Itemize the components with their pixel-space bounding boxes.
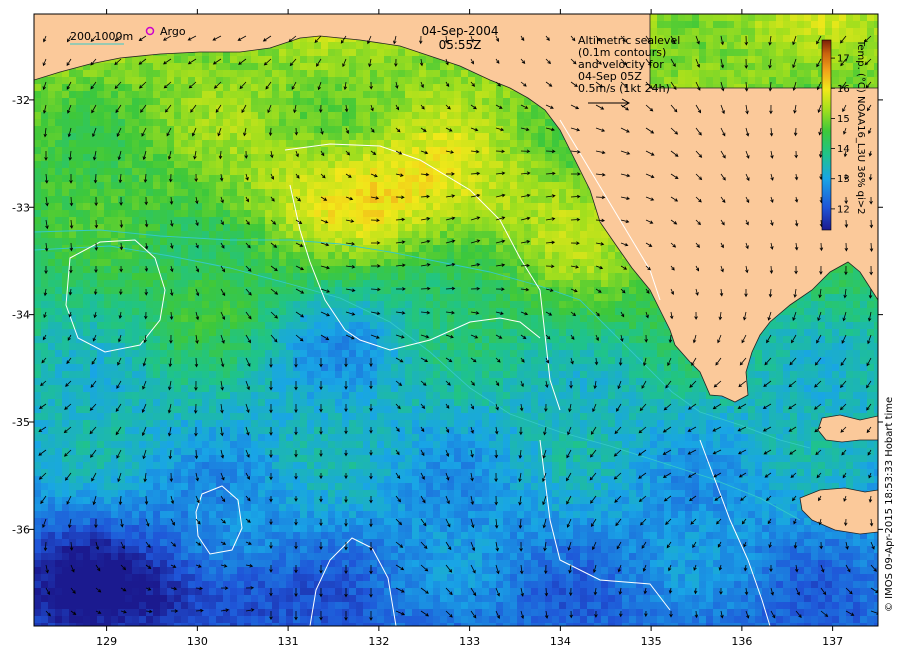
colorbar-tick-label: 14 xyxy=(837,144,850,155)
x-tick-label: 136 xyxy=(731,635,752,648)
x-tick-label: 129 xyxy=(96,635,117,648)
map-date: 04-Sep-2004 xyxy=(421,24,498,38)
colorbar-tick-label: 15 xyxy=(837,114,850,125)
colorbar-gradient xyxy=(821,39,832,231)
y-tick-label: -34 xyxy=(12,309,30,322)
colorbar-tick-label: 12 xyxy=(837,204,850,215)
y-tick-label: -33 xyxy=(12,201,30,214)
altimetry-line-5: 0.5m/s (1kt 24h) xyxy=(578,82,670,95)
y-tick-label: -36 xyxy=(12,523,30,536)
colorbar-tick-label: 16 xyxy=(837,84,850,95)
x-tick-label: 135 xyxy=(641,635,662,648)
colorbar-title: Temp. (°C) NOAA16_L3U 36% qi>2 xyxy=(855,39,866,215)
x-tick-label: 133 xyxy=(459,635,480,648)
x-tick-label: 132 xyxy=(368,635,389,648)
colorbar-tick-label: 17 xyxy=(837,54,850,65)
isobath-legend-label: 200 1000m xyxy=(70,30,133,43)
x-tick-label: 130 xyxy=(187,635,208,648)
credit-text: © IMOS 09-Apr-2015 18:53:33 Hobart time xyxy=(884,397,895,612)
plot-area xyxy=(34,14,878,626)
x-tick-label: 137 xyxy=(822,635,843,648)
y-tick-label: -35 xyxy=(12,416,30,429)
land-kangaroo-island xyxy=(817,414,878,443)
map-time: 05:55Z xyxy=(439,38,482,52)
x-tick-label: 131 xyxy=(278,635,299,648)
sst-map: 129 130 131 132 133 134 135 136 137 -32 -33 -34 -35… xyxy=(12,9,895,648)
y-tick-label: -32 xyxy=(12,94,30,107)
colorbar-tick-label: 13 xyxy=(837,174,850,185)
argo-legend-label: Argo xyxy=(160,25,186,38)
x-tick-label: 134 xyxy=(550,635,571,648)
